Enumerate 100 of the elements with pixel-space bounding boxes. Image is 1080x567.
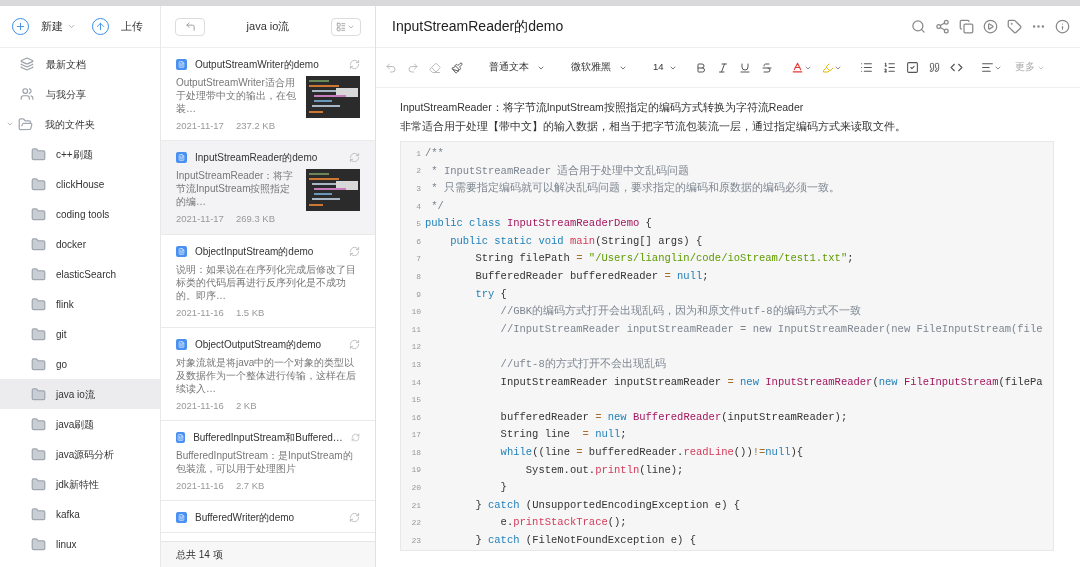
item-count: 总共 14 项	[176, 548, 223, 562]
code-line: BufferedReader bufferedReader = null;	[474, 269, 709, 285]
document-size: 2 KB	[235, 398, 257, 413]
code-line: e.printStackTrace();	[499, 515, 627, 531]
line-number: 19	[410, 464, 422, 477]
sidebar-item[interactable]: 与我分享	[0, 79, 160, 109]
folder-item[interactable]: java源码分析	[0, 439, 160, 469]
folder-icon	[31, 536, 46, 552]
folder-icon	[31, 206, 46, 222]
new-button[interactable]: 新建	[12, 18, 76, 35]
code-line: */	[430, 198, 444, 214]
line-number: 21	[410, 499, 422, 512]
folder-item[interactable]: linux	[0, 529, 160, 559]
folder-icon	[31, 326, 46, 342]
align-icon	[980, 61, 994, 74]
font-dropdown[interactable]: 微软雅黑	[558, 60, 640, 75]
folder-item[interactable]: java刷题	[0, 409, 160, 439]
code-line: //uft-8的方式打开不会出现乱码	[499, 357, 666, 373]
document-title: OutputStreamWriter的demo	[195, 58, 320, 72]
folder-icon	[31, 266, 46, 282]
document-size: 237.2 KB	[235, 119, 275, 133]
sidebar-item[interactable]: 我的文件夹	[0, 109, 160, 139]
folder-item[interactable]: flink	[0, 289, 160, 319]
folder-icon	[31, 236, 46, 252]
share-icon[interactable]	[935, 19, 950, 34]
sync-icon	[350, 432, 360, 443]
document-summary: BufferedInputStream：是InputStream的包装流，可以用于处理图片	[176, 449, 354, 475]
underline-icon	[738, 61, 751, 74]
tag-icon[interactable]	[1007, 19, 1022, 34]
line-number: 4	[415, 200, 422, 213]
upload-button[interactable]: 上传	[92, 18, 143, 35]
folder-icon	[31, 446, 46, 462]
line-number: 8	[415, 270, 422, 283]
document-date: 2021-11-17	[176, 212, 224, 227]
code-line: } catch (FileNotFoundException e) {	[474, 533, 696, 548]
document-title: ObjectInputStream的demo	[195, 244, 315, 259]
code-icon	[949, 61, 963, 74]
strikethrough-icon	[760, 61, 773, 74]
code-line: * InputStreamReader 适合用于处理中文乱码问题	[430, 163, 690, 179]
folder-icon	[31, 296, 46, 312]
folder-item[interactable]: docker	[0, 229, 160, 259]
code-line: System.out.println(line);	[524, 462, 684, 478]
folder-item[interactable]: kafka	[0, 499, 160, 529]
folder-title: java io流	[246, 19, 290, 35]
folder-item[interactable]: git	[0, 319, 160, 349]
folder-icon	[18, 116, 33, 132]
highlighter-icon	[821, 61, 834, 74]
document-date: 2021-11-16	[176, 305, 224, 320]
document-size: 1.5 KB	[235, 305, 265, 320]
line-number: 12	[410, 341, 422, 354]
search-icon[interactable]	[911, 19, 926, 34]
folder-item[interactable]: clickHouse	[0, 169, 160, 199]
sync-icon	[349, 338, 360, 350]
document-card[interactable]: InputStreamReader的demo InputStreamReader：将字节流InputStream按照指定的编… 2021-11-17 269.3 KB	[161, 141, 375, 235]
folder-item[interactable]: jdk新特性	[0, 469, 160, 499]
view-toggle-button[interactable]	[331, 17, 361, 36]
play-icon[interactable]	[983, 19, 998, 34]
code-line: }	[499, 480, 507, 496]
document-date: 2021-11-16	[176, 398, 224, 413]
code-line: String line = null;	[499, 427, 627, 443]
code-line: //InputStreamReader inputStreamReader = new InputStreamReader(new FileInputStream(file	[499, 321, 1043, 337]
folder-item[interactable]: coding tools	[0, 199, 160, 229]
body-text: 非常适合用于处理【带中文】的输入数据，相当于把字节流包装流一层，通过指定编码方式来读取文件。	[400, 119, 907, 134]
folder-item[interactable]: elasticSearch	[0, 259, 160, 289]
document-size: 269.3 KB	[235, 212, 275, 227]
code-line: * 只需要指定编码就可以解决乱码问题，要求指定的编码和原数据的编码必须一致。	[430, 181, 840, 197]
folder-icon	[31, 506, 46, 522]
folder-item[interactable]: go	[0, 349, 160, 379]
folder-item[interactable]: java io流	[0, 379, 160, 409]
font-color-icon	[790, 61, 804, 74]
code-line: String filePath = "/Users/lianglin/code/ioStream/test1.txt";	[474, 251, 854, 267]
code-line: /**	[424, 145, 444, 161]
numbered-list-icon	[882, 61, 896, 74]
bullet-list-icon	[859, 61, 873, 74]
line-number: 6	[415, 235, 422, 248]
line-number: 22	[410, 517, 422, 530]
line-number: 9	[415, 288, 422, 301]
caret-icon[interactable]	[6, 120, 14, 128]
folder-icon	[31, 416, 46, 432]
code-line: while((line = bufferedReader.readLine())!=null){	[499, 445, 804, 460]
paragraph-style-dropdown[interactable]: 普通文本	[476, 60, 558, 75]
undo-icon	[385, 61, 397, 74]
sync-icon	[349, 512, 360, 524]
folder-item[interactable]: c++刷题	[0, 139, 160, 169]
font-size-dropdown[interactable]: 14	[640, 60, 690, 75]
line-number: 10	[410, 306, 422, 319]
sidebar-item[interactable]: 最新文档	[0, 49, 160, 79]
sync-icon	[349, 245, 360, 257]
line-number: 1	[415, 147, 422, 160]
list-view-icon	[336, 21, 347, 32]
line-number: 13	[410, 358, 422, 371]
quote-icon	[928, 62, 940, 73]
folder-icon	[31, 146, 46, 162]
paintbrush-icon	[451, 61, 463, 74]
document-title: InputStreamReader的demo	[392, 17, 564, 36]
info-icon[interactable]	[1055, 19, 1070, 34]
copy-icon[interactable]	[959, 19, 974, 34]
document-icon	[176, 432, 186, 443]
folder-icon	[31, 476, 46, 492]
line-number: 16	[410, 411, 422, 424]
